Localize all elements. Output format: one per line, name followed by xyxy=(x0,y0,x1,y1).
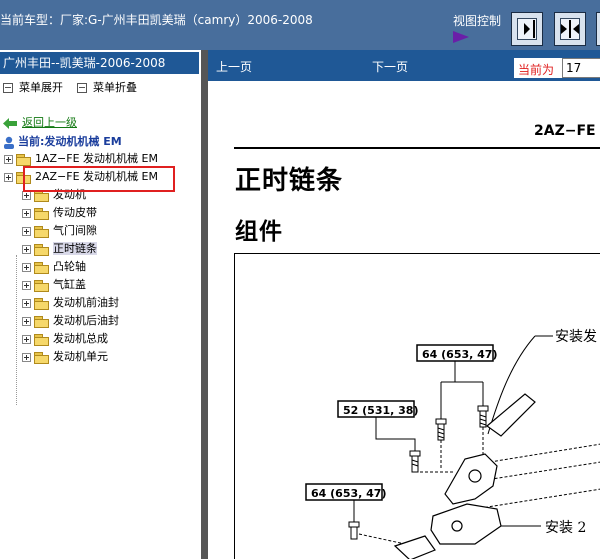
torque-label-2: 52 (531, 38) xyxy=(337,400,418,451)
expand-plus-icon xyxy=(22,208,31,218)
pane-splitter[interactable] xyxy=(201,50,208,559)
view-control-label: 视图控制 xyxy=(453,14,502,28)
view-right-pane-button[interactable] xyxy=(511,12,543,46)
back-link[interactable]: 返回上一级 xyxy=(3,114,77,130)
collapse-icon xyxy=(77,83,87,93)
folder-icon xyxy=(34,261,49,274)
user-icon xyxy=(4,136,14,149)
expand-plus-icon xyxy=(22,226,31,236)
folder-icon xyxy=(34,225,49,238)
tensioner-part xyxy=(393,393,536,559)
torque-label-3: 64 (653, 47) xyxy=(305,483,386,522)
folder-icon xyxy=(34,279,49,292)
tree-guide-line xyxy=(16,255,17,405)
tree-node-label: 凸轮轴 xyxy=(53,260,86,273)
exploded-diagram: 安装发 安装 2 64 (653, 47) 52 (531, 38) 64 (6… xyxy=(305,329,600,559)
tree-node-front-oil-seal[interactable]: 发动机前油封 xyxy=(22,295,119,311)
tree-node-label: 发动机单元 xyxy=(53,350,108,363)
page-title: 正时链条 xyxy=(235,166,344,196)
left-panel-title: 广州丰田--凯美瑞-2006-2008 xyxy=(0,52,199,74)
page-nav-bar: 上一页 下一页 当前为 xyxy=(208,50,600,81)
tree-node-label: 发动机总成 xyxy=(53,332,108,345)
tree-node-label: 发动机前油封 xyxy=(53,296,119,309)
next-page-button[interactable]: 下一页 xyxy=(372,58,408,75)
current-vehicle-text: 当前车型：厂家:G-广州丰田凯美瑞（camry）2006-2008 xyxy=(0,13,313,27)
tree-node-label: 1AZ−FE 发动机机械 EM xyxy=(35,152,158,165)
expand-plus-icon xyxy=(22,334,31,344)
folder-icon xyxy=(16,153,31,166)
callout-2-text: 安装 2 xyxy=(545,520,586,536)
tree-node-timing-chain[interactable]: 正时链条 xyxy=(22,241,97,257)
tree-node-cylinder-head[interactable]: 气缸盖 xyxy=(22,277,86,293)
menu-expand-button[interactable]: 菜单展开 xyxy=(3,79,63,95)
bolt-2 xyxy=(477,405,489,428)
current-page-label-box: 当前为 xyxy=(514,58,564,78)
expand-plus-icon xyxy=(22,298,31,308)
tree-node-engine-unit[interactable]: 发动机单元 xyxy=(22,349,108,365)
section-subtitle: 组件 xyxy=(235,219,283,245)
left-panel: 广州丰田--凯美瑞-2006-2008 菜单展开 菜单折叠 返回上一级 当前:发… xyxy=(0,50,201,559)
view-split-button[interactable] xyxy=(554,12,586,46)
expand-plus-icon xyxy=(22,262,31,272)
menu-collapse-label: 菜单折叠 xyxy=(93,81,137,94)
torque-label-1-text: 64 (653, 47) xyxy=(422,348,497,361)
tree-node-label: 气缸盖 xyxy=(53,278,86,291)
back-link-label: 返回上一级 xyxy=(22,116,77,129)
header-rule xyxy=(234,147,600,149)
document-viewer: 2AZ−FE 正时链条 组件 安装发 安装 2 64 (653, 47) 52 … xyxy=(208,81,600,559)
folder-icon xyxy=(34,351,49,364)
folder-icon xyxy=(34,243,49,256)
torque-label-2-text: 52 (531, 38) xyxy=(343,404,418,417)
tree-node-label: 正时链条 xyxy=(53,242,97,255)
folder-icon xyxy=(34,297,49,310)
menu-collapse-button[interactable]: 菜单折叠 xyxy=(77,79,137,95)
expand-plus-icon xyxy=(4,172,13,182)
callout-1-text: 安装发 xyxy=(555,329,597,345)
highlight-box xyxy=(23,166,175,192)
prev-page-button[interactable]: 上一页 xyxy=(216,58,252,75)
expand-plus-icon xyxy=(22,280,31,290)
folder-icon xyxy=(34,333,49,346)
current-location: 当前:发动机机械 EM xyxy=(3,133,122,149)
expand-plus-icon xyxy=(22,352,31,362)
bolt-1 xyxy=(435,418,447,441)
bolt-4 xyxy=(348,521,360,540)
tree-node-label: 发动机后油封 xyxy=(53,314,119,327)
expand-plus-icon xyxy=(22,316,31,326)
folder-icon xyxy=(34,207,49,220)
tree-node-1az[interactable]: 1AZ−FE 发动机机械 EM xyxy=(4,151,158,167)
expand-icon xyxy=(3,83,13,93)
tree-node-label: 传动皮带 xyxy=(53,206,97,219)
back-arrow-icon xyxy=(3,117,17,129)
pointer-arrow-icon xyxy=(453,31,469,43)
tree-node-camshaft[interactable]: 凸轮轴 xyxy=(22,259,86,275)
expand-plus-icon xyxy=(22,244,31,254)
split-both-icon xyxy=(561,20,579,38)
tree-node-drive-belt[interactable]: 传动皮带 xyxy=(22,205,97,221)
tree-node-valve-clearance[interactable]: 气门间隙 xyxy=(22,223,97,239)
single-pane-right-icon xyxy=(524,20,535,38)
folder-icon xyxy=(34,315,49,328)
top-bar: 当前车型：厂家:G-广州丰田凯美瑞（camry）2006-2008 视图控制 xyxy=(0,0,600,50)
engine-code: 2AZ−FE xyxy=(534,123,596,139)
expand-plus-icon xyxy=(4,154,13,164)
tree-node-rear-oil-seal[interactable]: 发动机后油封 xyxy=(22,313,119,329)
page-number-input[interactable] xyxy=(562,58,600,78)
component-figure: 安装发 安装 2 64 (653, 47) 52 (531, 38) 64 (6… xyxy=(234,253,600,559)
menu-expand-label: 菜单展开 xyxy=(19,81,63,94)
tree-node-engine-assembly[interactable]: 发动机总成 xyxy=(22,331,108,347)
current-location-label: 当前:发动机机械 EM xyxy=(18,135,122,148)
tree-node-label: 气门间隙 xyxy=(53,224,97,237)
bolt-3 xyxy=(409,450,421,473)
view-left-pane-button[interactable] xyxy=(596,12,600,46)
torque-label-3-text: 64 (653, 47) xyxy=(311,487,386,500)
current-page-label: 当前为 xyxy=(518,63,555,77)
